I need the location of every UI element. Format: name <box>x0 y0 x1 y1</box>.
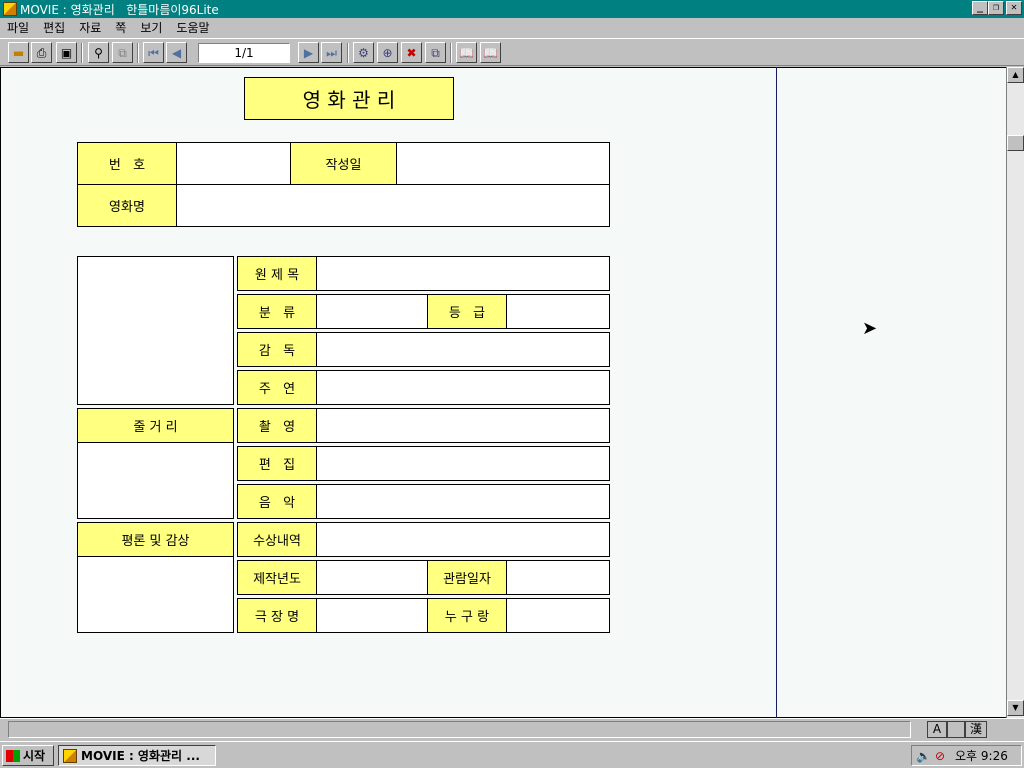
music-field[interactable] <box>316 484 610 519</box>
start-label: 시작 <box>23 749 46 763</box>
next-page-icon[interactable]: ▶ <box>298 42 319 63</box>
original-title-field[interactable] <box>316 256 610 291</box>
status-message-field <box>8 721 911 738</box>
plot-field[interactable] <box>77 442 234 519</box>
scroll-thumb[interactable] <box>1007 135 1024 151</box>
window-title: MOVIE : 영화관리 한틀마름이96Lite <box>20 2 219 17</box>
audience-field[interactable] <box>506 598 610 633</box>
editing-label: 편 집 <box>237 446 317 481</box>
number-label: 번 호 <box>77 142 177 185</box>
ime-width-indicator[interactable] <box>947 721 965 738</box>
start-button[interactable]: 시작 <box>2 745 54 766</box>
find-replace-icon[interactable]: ⧉ <box>112 42 133 63</box>
ime-hanja-indicator[interactable]: 漢 <box>965 721 987 738</box>
review-field[interactable] <box>77 556 234 633</box>
audience-label: 누 구 랑 <box>427 598 507 633</box>
record-add-icon[interactable]: ⊕ <box>377 42 398 63</box>
restore-button[interactable]: ❐ <box>988 1 1004 15</box>
prev-page-icon[interactable]: ◀ <box>166 42 187 63</box>
year-label: 제작년도 <box>237 560 317 595</box>
record-delete-icon[interactable]: ✖ <box>401 42 422 63</box>
page-indicator-field[interactable]: 1/1 <box>198 43 290 63</box>
menu-edit[interactable]: 편집 <box>36 19 72 36</box>
open-folder-icon[interactable]: ▬ <box>8 42 29 63</box>
menu-help[interactable]: 도움말 <box>169 19 216 36</box>
app-icon[interactable] <box>3 2 17 16</box>
category-field[interactable] <box>316 294 428 329</box>
preview-icon[interactable]: ▣ <box>56 42 77 63</box>
plot-label: 줄 거 리 <box>77 408 234 443</box>
date-field[interactable] <box>396 142 610 185</box>
toolbar-separator <box>347 43 349 63</box>
title-bar: MOVIE : 영화관리 한틀마름이96Lite _ ❐ ✕ <box>0 0 1024 18</box>
movie-name-label: 영화명 <box>77 184 177 227</box>
window-controls: _ ❐ ✕ <box>972 1 1022 15</box>
cast-field[interactable] <box>316 370 610 405</box>
cinematography-field[interactable] <box>316 408 610 443</box>
cinematography-label: 촬 영 <box>237 408 317 443</box>
record-find-icon[interactable]: ⚙ <box>353 42 374 63</box>
menu-view[interactable]: 보기 <box>133 19 169 36</box>
menu-data[interactable]: 자료 <box>72 19 108 36</box>
ime-alpha-indicator[interactable]: A <box>927 721 947 738</box>
editing-field[interactable] <box>316 446 610 481</box>
poster-box[interactable] <box>77 256 234 405</box>
status-bar: A 漢 <box>0 718 1024 740</box>
date-label: 작성일 <box>290 142 397 185</box>
theater-field[interactable] <box>316 598 428 633</box>
print-icon[interactable]: ⎙ <box>31 42 52 63</box>
watch-date-label: 관람일자 <box>427 560 507 595</box>
record-copy-icon[interactable]: ⧉ <box>425 42 446 63</box>
system-tray: 🔈 ⊘ 오후 9:26 <box>911 745 1022 766</box>
awards-label: 수상내역 <box>237 522 317 557</box>
music-label: 음 악 <box>237 484 317 519</box>
vertical-scrollbar[interactable]: ▲ ▼ <box>1006 67 1024 718</box>
grade-label: 등 급 <box>427 294 507 329</box>
menu-bar: 파일 편집 자료 쪽 보기 도움말 <box>0 18 1024 37</box>
category-label: 분 류 <box>237 294 317 329</box>
toolbar-separator <box>81 43 83 63</box>
form-title: 영 화 관 리 <box>244 77 454 120</box>
awards-field[interactable] <box>316 522 610 557</box>
taskbar: 시작 MOVIE : 영화관리 ... 🔈 ⊘ 오후 9:26 <box>0 741 1024 768</box>
review-label: 평론 및 감상 <box>77 522 234 557</box>
ime-status-icon[interactable]: ⊘ <box>935 749 945 763</box>
page-boundary <box>776 67 777 718</box>
cast-label: 주 연 <box>237 370 317 405</box>
close-button[interactable]: ✕ <box>1006 1 1022 15</box>
app-icon <box>63 748 77 763</box>
movie-name-field[interactable] <box>176 184 610 227</box>
mouse-pointer-icon: ➤ <box>862 318 878 339</box>
taskbar-item-movie[interactable]: MOVIE : 영화관리 ... <box>58 745 216 766</box>
toolbar: ▬ ⎙ ▣ ⚲ ⧉ ⏮ ◀ 1/1 ▶ ⏭ ⚙ ⊕ ✖ ⧉ 📖 📖 <box>0 38 1024 66</box>
director-field[interactable] <box>316 332 610 367</box>
theater-label: 극 장 명 <box>237 598 317 633</box>
original-title-label: 원 제 목 <box>237 256 317 291</box>
year-field[interactable] <box>316 560 428 595</box>
menu-page[interactable]: 쪽 <box>108 19 133 36</box>
book-next-icon[interactable]: 📖 <box>480 42 501 63</box>
scroll-up-icon[interactable]: ▲ <box>1007 67 1024 83</box>
number-field[interactable] <box>176 142 291 185</box>
toolbar-separator <box>450 43 452 63</box>
taskbar-item-label: MOVIE : 영화관리 ... <box>81 749 200 763</box>
book-prev-icon[interactable]: 📖 <box>456 42 477 63</box>
scroll-down-icon[interactable]: ▼ <box>1007 700 1024 716</box>
search-icon[interactable]: ⚲ <box>88 42 109 63</box>
speaker-icon[interactable]: 🔈 <box>916 749 931 763</box>
watch-date-field[interactable] <box>506 560 610 595</box>
windows-logo-icon <box>6 749 20 762</box>
toolbar-separator <box>137 43 139 63</box>
minimize-button[interactable]: _ <box>972 1 988 15</box>
menu-file[interactable]: 파일 <box>0 19 36 36</box>
first-page-icon[interactable]: ⏮ <box>143 42 164 63</box>
last-page-icon[interactable]: ⏭ <box>321 42 342 63</box>
clock[interactable]: 오후 9:26 <box>955 747 1008 764</box>
director-label: 감 독 <box>237 332 317 367</box>
grade-field[interactable] <box>506 294 610 329</box>
